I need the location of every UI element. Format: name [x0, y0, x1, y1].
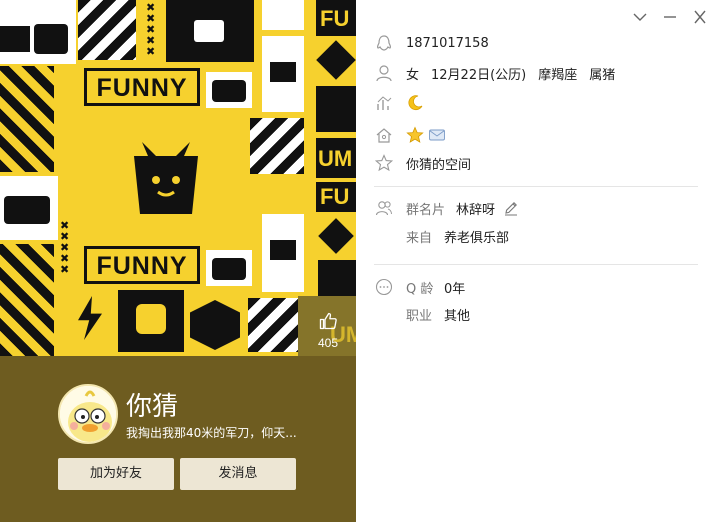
add-friend-button[interactable]: 加为好友 — [58, 458, 174, 490]
close-icon — [694, 10, 706, 24]
cover-tile — [0, 26, 30, 52]
like-button[interactable]: 405 — [312, 312, 344, 350]
star-badge-icon[interactable] — [406, 126, 424, 144]
cover-x-mark: ✖ ✖ ✖ ✖ ✖ — [60, 219, 70, 276]
group-card-label: 群名片 — [406, 202, 446, 218]
thumbs-up-icon — [319, 312, 337, 330]
basic-info-row: 女 12月22日(公历) 摩羯座 属猪 — [374, 62, 627, 84]
q-age-row: Q 龄 0年 — [374, 276, 477, 298]
group-people-icon — [374, 198, 394, 218]
gender: 女 — [406, 67, 420, 83]
group-card-row: 群名片 林辞呀 — [374, 197, 519, 219]
chat-bubble-icon — [194, 20, 224, 42]
cover-tile — [248, 298, 298, 352]
mascot-icon — [134, 142, 198, 214]
gamepad-icon — [212, 258, 246, 280]
cover-tile — [270, 62, 296, 82]
heart-shape — [316, 40, 356, 80]
close-button[interactable] — [690, 8, 710, 26]
qzone-link[interactable]: 你猜的空间 — [406, 154, 471, 173]
qq-number[interactable]: 1871017158 — [406, 36, 489, 51]
heart-shape — [318, 218, 354, 254]
cover-x-mark: ✖ ✖ ✖ ✖ ✖ — [146, 1, 156, 58]
divider — [374, 264, 698, 265]
profile-summary: 你猜 我掏出我那40米的军刀，仰天... 加为好友 发消息 — [0, 356, 356, 522]
cover-side-text: FU — [320, 184, 350, 209]
duck-avatar-icon — [60, 386, 116, 442]
gamepad-icon — [4, 196, 50, 224]
person-icon — [374, 63, 394, 83]
signature[interactable]: 我掏出我那40米的军刀，仰天... — [126, 424, 306, 441]
qq-number-row: 1871017158 — [374, 32, 501, 54]
job-label: 职业 — [406, 309, 433, 324]
profile-card-left: ✖ ✖ ✖ ✖ ✖ FU FUNNY UM ✖ ✖ ✖ ✖ ✖ FUNNY FU… — [0, 0, 356, 522]
profile-details-panel: 1871017158 女 12月22日(公历) 摩羯座 属猪 你猜的空间 群名片… — [356, 0, 716, 522]
cover-tile — [250, 118, 304, 174]
edit-pencil-icon[interactable] — [503, 200, 519, 216]
minimize-icon — [664, 16, 676, 18]
cover-tile — [34, 24, 68, 54]
q-age-label: Q 龄 — [406, 281, 434, 297]
minimize-button[interactable] — [660, 8, 680, 26]
like-count: 405 — [317, 336, 339, 350]
cover-tile — [318, 260, 356, 296]
job-row: 职业 其他 — [406, 305, 470, 324]
qzone-row: 你猜的空间 — [374, 152, 483, 174]
nickname: 你猜 — [126, 392, 179, 422]
cover-banner: FUNNY — [84, 68, 200, 106]
more-info-icon — [374, 277, 394, 297]
level-row — [374, 92, 424, 114]
cover-side-text: FU — [320, 6, 350, 31]
cover-image[interactable]: ✖ ✖ ✖ ✖ ✖ FU FUNNY UM ✖ ✖ ✖ ✖ ✖ FUNNY FU… — [0, 0, 356, 356]
group-card-value: 林辞呀 — [456, 202, 496, 218]
badges-row — [374, 124, 446, 146]
from-label: 来自 — [406, 231, 433, 246]
level-icon — [374, 93, 394, 113]
cover-tile — [316, 86, 356, 132]
hexagon-shape — [190, 300, 240, 350]
cover-tile — [262, 0, 304, 30]
cover-tile — [0, 66, 54, 172]
moon-icon[interactable] — [406, 94, 424, 112]
cover-side-text: UM — [318, 146, 353, 171]
cover-banner: FUNNY — [84, 246, 200, 284]
cover-tile — [270, 240, 296, 260]
star-icon — [374, 153, 394, 173]
gamepad-icon — [212, 80, 246, 102]
penguin-icon — [374, 33, 394, 53]
face-icon — [136, 304, 166, 334]
avatar[interactable] — [58, 384, 118, 444]
divider — [374, 186, 698, 187]
q-age-value: 0年 — [444, 281, 466, 297]
house-icon — [374, 125, 394, 145]
chinese-zodiac: 属猪 — [589, 67, 616, 83]
zodiac-sign: 摩羯座 — [538, 67, 578, 83]
from-group-value[interactable]: 养老俱乐部 — [444, 227, 509, 246]
lightning-icon — [78, 296, 102, 340]
send-message-button[interactable]: 发消息 — [180, 458, 296, 490]
mail-badge-icon[interactable] — [428, 126, 446, 144]
job-value: 其他 — [444, 309, 471, 324]
cover-tile — [78, 0, 136, 60]
cover-tile — [0, 244, 54, 356]
birthday: 12月22日(公历) — [431, 67, 527, 83]
chevron-down-icon — [633, 13, 647, 21]
from-group-row: 来自 养老俱乐部 — [406, 227, 509, 246]
dropdown-button[interactable] — [630, 8, 650, 26]
